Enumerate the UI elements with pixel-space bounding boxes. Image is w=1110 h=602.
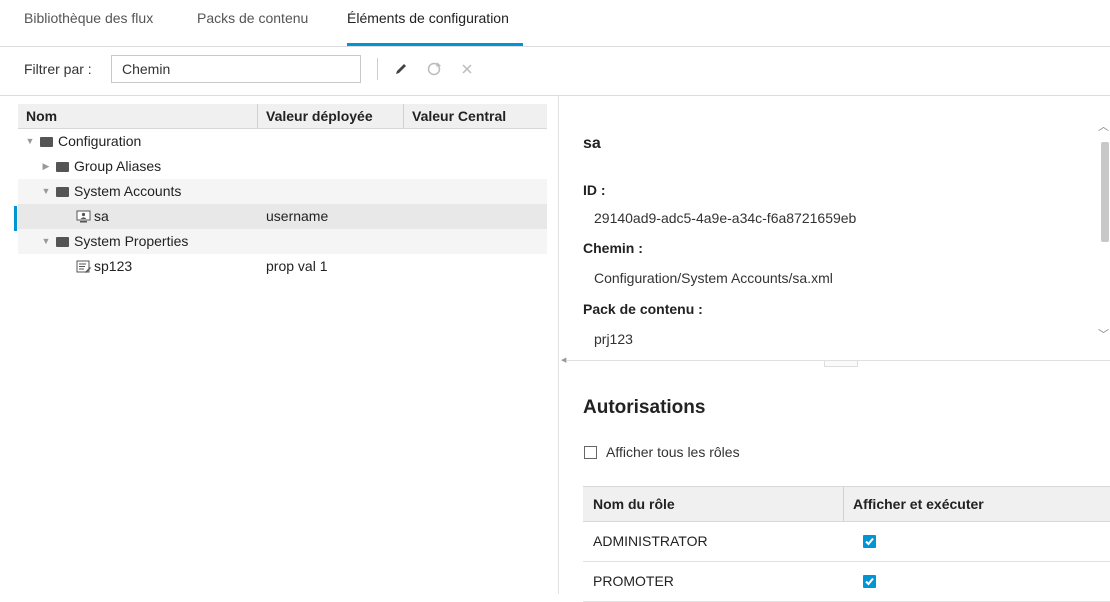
collapse-arrow-icon[interactable]: ▼: [40, 186, 52, 198]
scroll-down-icon[interactable]: ﹀: [1098, 326, 1109, 342]
details-scrollbar[interactable]: ︿ ﹀: [1098, 104, 1110, 359]
folder-icon: [56, 186, 69, 197]
tree-row-system-accounts[interactable]: ▼ System Accounts: [18, 179, 547, 204]
folder-icon: [56, 236, 69, 247]
refresh-icon[interactable]: [423, 58, 445, 80]
column-separator: [843, 487, 844, 521]
details-title: sa: [583, 135, 601, 152]
content-pack-label: Pack de contenu :: [583, 301, 703, 317]
configuration-tree-grid: Nom Valeur déployée Valeur Central ▼ Con…: [18, 104, 547, 279]
show-all-roles-label[interactable]: Afficher tous les rôles: [606, 444, 740, 460]
permissions-title: Autorisations: [583, 397, 706, 418]
checkmark-icon: [865, 537, 874, 546]
scrollbar-thumb[interactable]: [1101, 142, 1109, 242]
splitter-handle-icon[interactable]: ◀: [561, 357, 567, 364]
tree-row-label: Configuration: [58, 133, 142, 149]
tree-row-group-aliases[interactable]: ▶ Group Aliases: [18, 154, 547, 179]
tree-row-label: sa: [94, 208, 109, 224]
tab-bar: Bibliothèque des flux Packs de contenu É…: [0, 0, 1110, 46]
role-name: ADMINISTRATOR: [593, 533, 708, 549]
column-header-view-execute[interactable]: Afficher et exécuter: [853, 487, 984, 521]
system-property-icon: [76, 260, 92, 274]
role-row-administrator: ADMINISTRATOR: [583, 522, 1110, 562]
id-label: ID :: [583, 182, 606, 198]
view-execute-checkbox[interactable]: [863, 535, 876, 548]
roles-table: Nom du rôle Afficher et exécuter ADMINIS…: [583, 486, 1110, 602]
selected-row-indicator: [14, 206, 17, 231]
tree-row-sp123[interactable]: sp123 prop val 1: [18, 254, 547, 279]
collapse-arrow-icon[interactable]: ▼: [40, 236, 52, 248]
splitter-grip-icon[interactable]: [824, 361, 858, 367]
filter-input[interactable]: [111, 55, 361, 83]
path-label: Chemin :: [583, 240, 643, 256]
deployed-value: username: [266, 208, 329, 224]
tab-divider: [0, 46, 1110, 47]
panel-splitter[interactable]: [558, 96, 559, 594]
column-header-deployed-value[interactable]: Valeur déployée: [257, 104, 403, 128]
collapse-arrow-icon[interactable]: ▼: [24, 136, 36, 148]
expand-arrow-icon[interactable]: ▶: [40, 161, 52, 173]
checkmark-icon: [865, 577, 874, 586]
roles-table-header: Nom du rôle Afficher et exécuter: [583, 486, 1110, 522]
toolbar-separator: [377, 58, 378, 80]
tab-configuration-items[interactable]: Éléments de configuration: [347, 10, 509, 26]
filter-label: Filtrer par :: [24, 61, 92, 77]
tree-row-label: System Accounts: [74, 183, 182, 199]
folder-icon: [56, 161, 69, 172]
view-execute-checkbox[interactable]: [863, 575, 876, 588]
folder-icon: [40, 136, 53, 147]
role-row-promoter: PROMOTER: [583, 562, 1110, 602]
tree-row-sa[interactable]: sa username: [18, 204, 547, 229]
tree-row-configuration[interactable]: ▼ Configuration: [18, 129, 547, 154]
path-value: Configuration/System Accounts/sa.xml: [594, 270, 833, 286]
toolbar-divider: [0, 95, 1110, 96]
column-header-name[interactable]: Nom: [18, 104, 257, 128]
grid-header: Nom Valeur déployée Valeur Central: [18, 104, 547, 129]
role-name: PROMOTER: [593, 573, 674, 589]
tab-content-packs[interactable]: Packs de contenu: [197, 10, 308, 26]
content-pack-value: prj123: [594, 331, 633, 347]
deployed-value: prop val 1: [266, 258, 328, 274]
system-account-icon: [76, 210, 91, 223]
tree-row-label: sp123: [94, 258, 133, 274]
scroll-up-icon[interactable]: ︿: [1098, 118, 1109, 134]
column-header-role-name[interactable]: Nom du rôle: [593, 487, 675, 521]
tree-row-system-properties[interactable]: ▼ System Properties: [18, 229, 547, 254]
tree-row-label: Group Aliases: [74, 158, 162, 174]
tree-row-label: System Properties: [74, 233, 189, 249]
show-all-roles-checkbox[interactable]: [584, 446, 597, 459]
edit-icon[interactable]: [390, 58, 412, 80]
column-header-central-value[interactable]: Valeur Central: [403, 104, 547, 128]
tab-flow-library[interactable]: Bibliothèque des flux: [24, 10, 153, 26]
clear-icon[interactable]: [456, 58, 478, 80]
id-value: 29140ad9-adc5-4a9e-a34c-f6a8721659eb: [594, 210, 857, 226]
